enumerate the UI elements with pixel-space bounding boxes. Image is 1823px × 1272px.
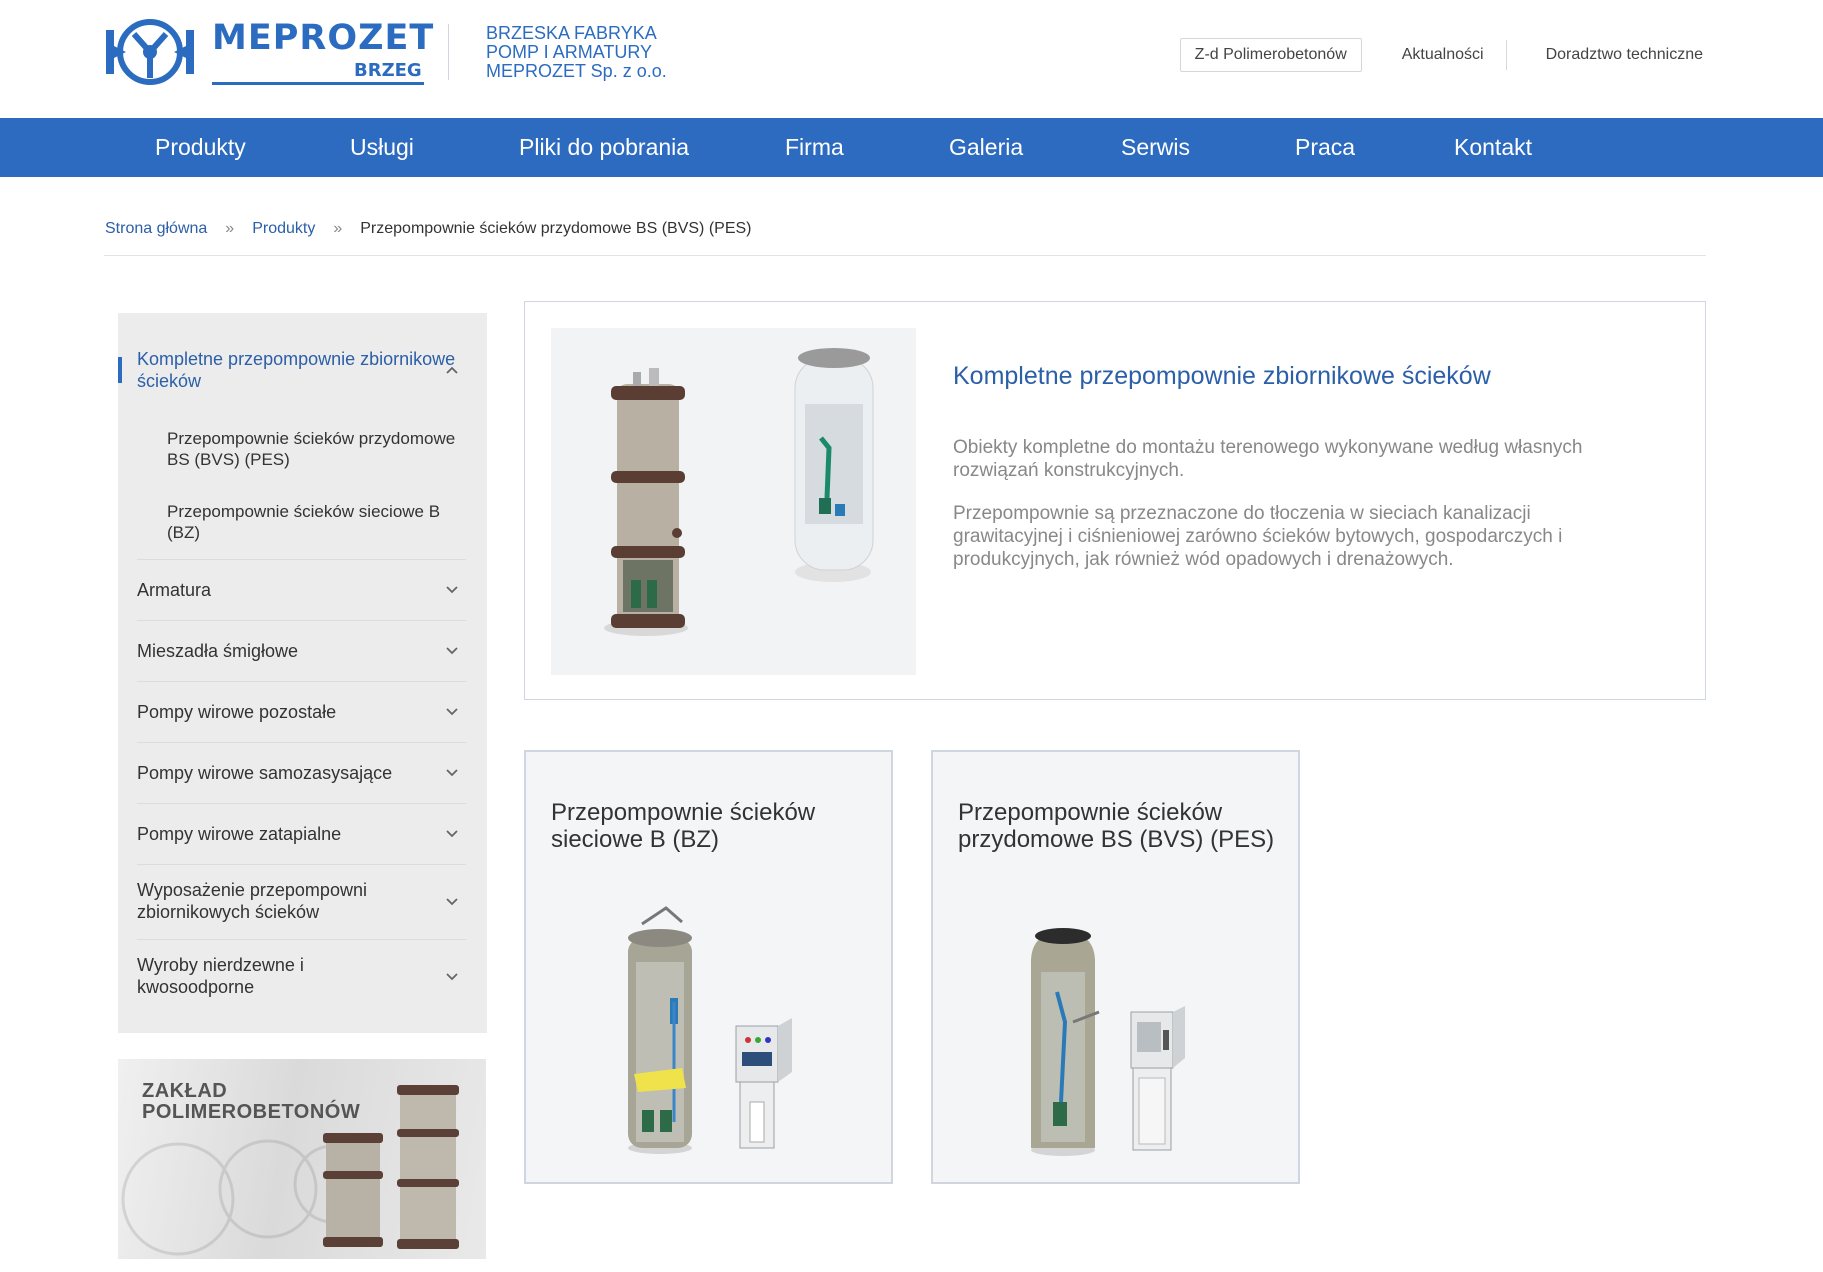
logo-mark-icon bbox=[106, 19, 194, 85]
breadcrumb: Strona główna » Produkty » Przepompownie… bbox=[105, 220, 752, 238]
sidebar-item-pompy-zatapialne[interactable]: Pompy wirowe zatapialne bbox=[137, 823, 466, 845]
sidebar-item-pompy-pozostale[interactable]: Pompy wirowe pozostałe bbox=[137, 701, 466, 723]
feature-paragraph-1: Obiekty kompletne do montażu terenowego … bbox=[953, 437, 1583, 481]
promo-title: ZAKŁAD POLIMEROBETONÓW bbox=[142, 1081, 360, 1123]
product-card-bz[interactable]: Przepompownie ścieków sieciowe B (BZ) bbox=[524, 750, 893, 1184]
nav-item-kontakt[interactable]: Kontakt bbox=[1454, 134, 1532, 161]
pump-station-image bbox=[604, 348, 874, 636]
nav-item-praca[interactable]: Praca bbox=[1295, 134, 1355, 161]
product-card-image bbox=[628, 906, 792, 1154]
company-line-3: MEPROZET Sp. z o.o. bbox=[486, 61, 667, 81]
logo-text: MEPROZET bbox=[212, 18, 435, 58]
category-sidebar: Kompletne przepompownie zbiornikowe ście… bbox=[118, 313, 487, 1033]
top-link-doradztwo[interactable]: Doradztwo techniczne bbox=[1506, 46, 1703, 64]
sidebar-subitem-bs[interactable]: Przepompownie ścieków przydomowe BS (BVS… bbox=[167, 428, 467, 470]
product-card-bs[interactable]: Przepompownie ścieków przydomowe BS (BVS… bbox=[931, 750, 1300, 1184]
breadcrumb-divider bbox=[104, 255, 1706, 256]
active-indicator bbox=[118, 357, 122, 383]
logo-subtext: BRZEG bbox=[354, 60, 422, 81]
nav-item-galeria[interactable]: Galeria bbox=[949, 134, 1023, 161]
top-link-polimerobetony[interactable]: Z-d Polimerobetonów bbox=[1179, 38, 1362, 72]
logo[interactable]: MEPROZET BRZEG bbox=[104, 16, 433, 88]
header-divider bbox=[448, 24, 449, 80]
chevron-down-icon[interactable] bbox=[445, 583, 459, 597]
chevron-down-icon[interactable] bbox=[445, 766, 459, 780]
top-links: Z-d Polimerobetonów Aktualności Doradztw… bbox=[1179, 38, 1703, 72]
sidebar-item-wyposazenie[interactable]: Wyposażenie przepompowni zbiornikowych ś… bbox=[137, 879, 397, 923]
feature-title: Kompletne przepompownie zbiornikowe ście… bbox=[953, 362, 1491, 390]
nav-item-uslugi[interactable]: Usługi bbox=[350, 134, 414, 161]
nav-item-pliki[interactable]: Pliki do pobrania bbox=[519, 134, 689, 161]
sidebar-divider bbox=[137, 742, 466, 743]
sidebar-item-pompy-samozasysajace[interactable]: Pompy wirowe samozasysające bbox=[137, 762, 466, 784]
breadcrumb-separator: » bbox=[225, 220, 235, 237]
logo-underline bbox=[212, 82, 424, 85]
chevron-down-icon[interactable] bbox=[445, 970, 459, 984]
nav-item-produkty[interactable]: Produkty bbox=[155, 134, 246, 161]
sidebar-item-wyroby[interactable]: Wyroby nierdzewne i kwosoodporne bbox=[137, 954, 347, 998]
sidebar-divider bbox=[137, 864, 466, 865]
feature-image bbox=[551, 328, 916, 675]
product-card-title: Przepompownie ścieków przydomowe BS (BVS… bbox=[958, 799, 1275, 853]
chevron-down-icon[interactable] bbox=[445, 644, 459, 658]
sidebar-item-mieszadla[interactable]: Mieszadła śmigłowe bbox=[137, 640, 466, 662]
product-card-image bbox=[1031, 928, 1185, 1156]
breadcrumb-home[interactable]: Strona główna bbox=[105, 220, 207, 238]
sidebar-divider bbox=[137, 803, 466, 804]
sidebar-subitem-bz[interactable]: Przepompownie ścieków sieciowe B (BZ) bbox=[167, 501, 467, 543]
chevron-up-icon[interactable] bbox=[445, 363, 459, 377]
sidebar-divider bbox=[137, 939, 466, 940]
product-card-title: Przepompownie ścieków sieciowe B (BZ) bbox=[551, 799, 816, 853]
promo-title-line-1: ZAKŁAD bbox=[142, 1080, 228, 1102]
chevron-down-icon[interactable] bbox=[445, 827, 459, 841]
top-link-aktualnosci[interactable]: Aktualności bbox=[1380, 40, 1507, 70]
sidebar-item-armatura[interactable]: Armatura bbox=[137, 579, 466, 601]
promo-banner-polimerobetony[interactable]: ZAKŁAD POLIMEROBETONÓW bbox=[118, 1059, 486, 1259]
sidebar-divider bbox=[137, 681, 466, 682]
feature-paragraph-2: Przepompownie są przeznaczone do tłoczen… bbox=[953, 503, 1563, 570]
site-header: MEPROZET BRZEG BRZESKA FABRYKA POMP I AR… bbox=[0, 0, 1823, 118]
chevron-down-icon[interactable] bbox=[445, 895, 459, 909]
breadcrumb-current: Przepompownie ścieków przydomowe BS (BVS… bbox=[360, 220, 752, 237]
category-feature-box: Kompletne przepompownie zbiornikowe ście… bbox=[524, 301, 1706, 700]
company-name: BRZESKA FABRYKA POMP I ARMATURY MEPROZET… bbox=[486, 24, 667, 81]
breadcrumb-products[interactable]: Produkty bbox=[252, 220, 315, 238]
main-nav: Produkty Usługi Pliki do pobrania Firma … bbox=[0, 118, 1823, 177]
sidebar-divider bbox=[137, 620, 466, 621]
company-line-2: POMP I ARMATURY bbox=[486, 42, 653, 62]
breadcrumb-separator: » bbox=[333, 220, 343, 237]
sidebar-divider bbox=[137, 559, 466, 560]
nav-item-firma[interactable]: Firma bbox=[785, 134, 844, 161]
promo-title-line-2: POLIMEROBETONÓW bbox=[142, 1101, 361, 1123]
nav-item-serwis[interactable]: Serwis bbox=[1121, 134, 1190, 161]
chevron-down-icon[interactable] bbox=[445, 705, 459, 719]
company-line-1: BRZESKA FABRYKA bbox=[486, 23, 657, 43]
sidebar-item-kompletne[interactable]: Kompletne przepompownie zbiornikowe ście… bbox=[137, 348, 466, 392]
